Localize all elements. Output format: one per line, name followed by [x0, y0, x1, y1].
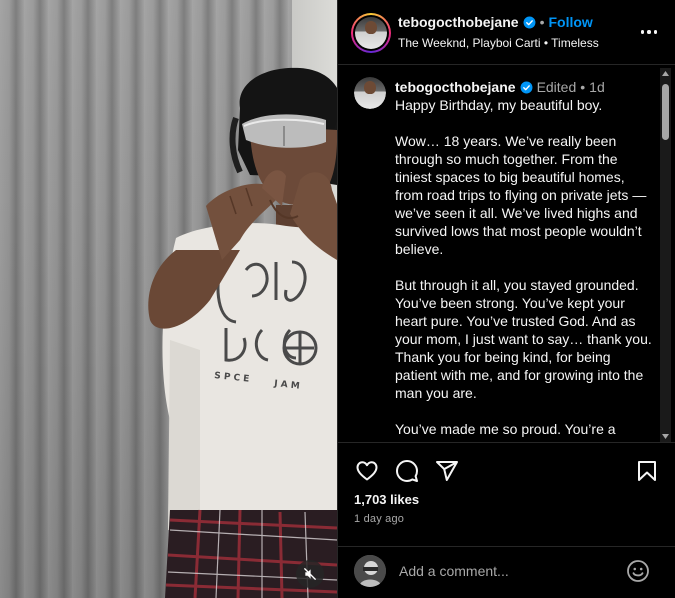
post-media[interactable]: S P C E J A M — [0, 0, 337, 598]
author-avatar[interactable] — [351, 13, 391, 53]
caption-paragraph: But through it all, you stayed grounded.… — [395, 277, 652, 401]
bookmark-icon[interactable] — [635, 459, 659, 483]
caption-username[interactable]: tebogocthobejane — [395, 79, 516, 95]
author-username[interactable]: tebogocthobejane — [398, 14, 519, 30]
follow-button[interactable]: Follow — [548, 14, 592, 30]
verified-badge-icon — [520, 81, 533, 94]
share-icon[interactable] — [435, 459, 459, 483]
separator-dot: • — [539, 14, 545, 30]
caption-paragraph: Wow… 18 years. We’ve really been through… — [395, 133, 647, 257]
comment-icon[interactable] — [395, 459, 419, 483]
current-user-avatar — [354, 555, 386, 587]
heart-icon[interactable] — [355, 459, 379, 483]
scroll-thumb[interactable] — [662, 84, 669, 140]
more-options-icon — [640, 30, 645, 34]
verified-badge-icon — [523, 16, 536, 29]
caption-scrollbar[interactable] — [660, 68, 671, 442]
post-timestamp[interactable]: 1 day ago — [354, 513, 404, 525]
scroll-up-arrow-icon[interactable] — [660, 68, 671, 79]
likes-count[interactable]: 1,703 likes — [354, 492, 419, 507]
person-figure: S P C E J A M — [148, 67, 337, 598]
emoji-icon[interactable] — [626, 559, 650, 583]
caption-age[interactable]: 1d — [589, 79, 605, 95]
caption-paragraph: You’ve made me so proud. You’re a gentle… — [395, 421, 622, 442]
edited-label: Edited — [536, 79, 577, 95]
scroll-down-arrow-icon[interactable] — [660, 431, 671, 442]
mute-button[interactable] — [296, 560, 324, 588]
more-options-button[interactable] — [639, 22, 659, 42]
caption-author-avatar[interactable] — [354, 77, 386, 109]
audio-attribution[interactable]: The Weeknd, Playboi Carti • Timeless — [398, 36, 599, 50]
comment-input[interactable] — [399, 561, 619, 581]
separator-dot: • — [580, 79, 586, 95]
mute-icon — [304, 568, 316, 580]
caption-paragraph: Happy Birthday, my beautiful boy. — [395, 97, 603, 113]
post-details-panel: tebogocthobejane • Follow The Weeknd, Pl… — [337, 0, 675, 598]
caption-body: tebogocthobejane Edited • 1d Happy Birth… — [395, 79, 653, 442]
author-info: tebogocthobejane • Follow The Weeknd, Pl… — [398, 14, 599, 50]
caption-text: Happy Birthday, my beautiful boy. Wow… 1… — [395, 96, 653, 442]
add-comment-bar — [338, 546, 675, 598]
post-header: tebogocthobejane • Follow The Weeknd, Pl… — [338, 0, 675, 65]
caption-scroll-area[interactable]: tebogocthobejane Edited • 1d Happy Birth… — [338, 66, 675, 442]
post-actions: 1,703 likes 1 day ago — [338, 442, 675, 546]
